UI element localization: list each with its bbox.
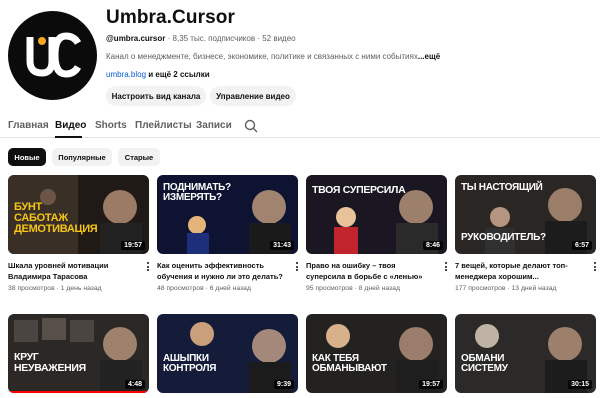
video-views: 177 просмотров (455, 285, 506, 292)
video-count: 52 видео (262, 34, 296, 43)
channel-handle: @umbra.cursor (106, 34, 166, 43)
thumbnail-caption-line: ДЕМОТИВАЦИЯ (14, 223, 98, 235)
video-card[interactable]: ТВОЯ СУПЕРСИЛА 8:46 Право на ошибку – тв… (306, 175, 447, 292)
meta-separator: · (257, 34, 260, 43)
video-title[interactable]: Как оценить эффективность обучения и нуж… (157, 260, 285, 282)
video-card[interactable]: ПОДНИМАТЬ? ИЗМЕРЯТЬ? 31:43 Как оценить э… (157, 175, 298, 292)
video-card[interactable]: БУНТ САБОТАЖ ДЕМОТИВАЦИЯ 19:57 Шкала уро… (8, 175, 149, 292)
tab-shorts[interactable]: Shorts (95, 120, 127, 131)
channel-description[interactable]: Канал о менеджменте, бизнесе, экономике,… (106, 52, 446, 61)
video-views: 48 просмотров (157, 285, 204, 292)
video-thumbnail[interactable]: ТЫ НАСТОЯЩИЙ РУКОВОДИТЕЛЬ? 6:57 (455, 175, 596, 254)
chip-popular[interactable]: Популярные (52, 148, 112, 166)
video-meta: 177 просмотров · 13 дней назад (455, 285, 557, 292)
video-title[interactable]: Право на ошибку – твоя суперсила в борьб… (306, 260, 434, 282)
video-meta: 38 просмотров · 1 день назад (8, 285, 102, 292)
channel-links: umbra.blog и ещё 2 ссылки (106, 70, 210, 79)
video-title[interactable]: Шкала уровней мотивации Владимира Тарасо… (8, 260, 136, 282)
video-duration: 8:46 (422, 241, 443, 250)
video-duration: 9:39 (273, 380, 294, 389)
thumbnail-caption-line: ОБМАНЫВАЮТ (312, 363, 387, 374)
thumbnail-caption-line: РУКОВОДИТЕЛЬ? (461, 232, 546, 243)
customize-channel-button[interactable]: Настроить вид канала (106, 86, 206, 106)
subscriber-count: 8,35 тыс. подписчиков (172, 34, 256, 43)
channel-avatar[interactable] (8, 11, 97, 100)
video-meta: 48 просмотров · 6 дней назад (157, 285, 251, 292)
video-duration: 4:48 (124, 380, 145, 389)
video-meta: 95 просмотров · 8 дней назад (306, 285, 400, 292)
video-thumbnail[interactable]: ПОДНИМАТЬ? ИЗМЕРЯТЬ? 31:43 (157, 175, 298, 254)
channel-title: Umbra.Cursor (106, 7, 235, 28)
video-thumbnail[interactable]: КРУГ НЕУВАЖЕНИЯ 4:48 (8, 314, 149, 393)
video-age: 13 дней назад (511, 285, 557, 292)
video-views: 38 просмотров (8, 285, 55, 292)
video-duration: 6:57 (571, 241, 592, 250)
video-age: 6 дней назад (209, 285, 251, 292)
thumbnail-caption-line: СИСТЕМУ (461, 363, 508, 374)
description-more-link[interactable]: ...ещё (418, 52, 440, 61)
watch-progress-bar (8, 391, 149, 393)
manage-videos-button[interactable]: Управление видео (210, 86, 296, 106)
video-age: 1 день назад (60, 285, 102, 292)
video-thumbnail[interactable]: ТВОЯ СУПЕРСИЛА 8:46 (306, 175, 447, 254)
meta-separator: · (167, 34, 171, 43)
channel-tabs: Главная Видео Shorts Плейлисты Записи (0, 116, 600, 138)
search-icon[interactable] (244, 119, 258, 133)
chip-oldest[interactable]: Старые (118, 148, 160, 166)
video-card[interactable]: КАК ТЕБЯ ОБМАНЫВАЮТ 19:57 (306, 314, 447, 393)
thumbnail-caption-line: ИЗМЕРЯТЬ? (163, 192, 222, 203)
more-vert-icon[interactable] (145, 261, 151, 272)
active-tab-indicator (55, 136, 82, 138)
chip-newest[interactable]: Новые (8, 148, 46, 166)
video-views: 95 просмотров (306, 285, 353, 292)
more-vert-icon[interactable] (294, 261, 300, 272)
video-duration: 31:43 (270, 241, 294, 250)
video-card[interactable]: ТЫ НАСТОЯЩИЙ РУКОВОДИТЕЛЬ? 6:57 7 вещей,… (455, 175, 596, 292)
video-thumbnail[interactable]: КАК ТЕБЯ ОБМАНЫВАЮТ 19:57 (306, 314, 447, 393)
video-duration: 30:15 (568, 380, 592, 389)
tab-home[interactable]: Главная (8, 120, 49, 131)
thumbnail-caption-line: КОНТРОЛЯ (163, 363, 217, 374)
video-duration: 19:57 (419, 380, 443, 389)
video-card[interactable]: КРУГ НЕУВАЖЕНИЯ 4:48 (8, 314, 149, 393)
channel-meta: @umbra.cursor · 8,35 тыс. подписчиков · … (106, 34, 296, 43)
thumbnail-caption-line: НЕУВАЖЕНИЯ (14, 361, 86, 374)
thumbnail-caption-line: ТВОЯ СУПЕРСИЛА (312, 184, 406, 196)
video-card[interactable]: ОБМАНИ СИСТЕМУ 30:15 (455, 314, 596, 393)
channel-link[interactable]: umbra.blog (106, 70, 146, 79)
description-text: Канал о менеджменте, бизнесе, экономике,… (106, 52, 418, 61)
video-thumbnail[interactable]: ОБМАНИ СИСТЕМУ 30:15 (455, 314, 596, 393)
video-duration: 19:57 (121, 241, 145, 250)
more-links[interactable]: и ещё 2 ссылки (148, 70, 209, 79)
video-card[interactable]: АШЫПКИ КОНТРОЛЯ 9:39 (157, 314, 298, 393)
tab-playlists[interactable]: Плейлисты (135, 120, 192, 131)
tab-posts[interactable]: Записи (196, 120, 232, 131)
video-thumbnail[interactable]: АШЫПКИ КОНТРОЛЯ 9:39 (157, 314, 298, 393)
tab-videos[interactable]: Видео (55, 120, 86, 131)
video-title[interactable]: 7 вещей, которые делают топ-менеджера хо… (455, 260, 583, 282)
video-age: 8 дней назад (358, 285, 400, 292)
video-thumbnail[interactable]: БУНТ САБОТАЖ ДЕМОТИВАЦИЯ 19:57 (8, 175, 149, 254)
more-vert-icon[interactable] (592, 261, 598, 272)
thumbnail-caption-line: КРУГ (14, 351, 39, 363)
more-vert-icon[interactable] (443, 261, 449, 272)
thumbnail-caption-line: ТЫ НАСТОЯЩИЙ (461, 182, 543, 193)
uc-logo-icon (26, 32, 82, 78)
